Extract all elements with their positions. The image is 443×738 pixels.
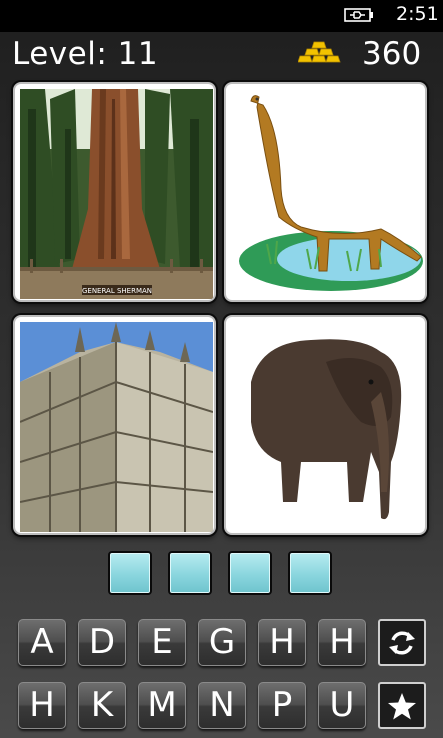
letter-key[interactable]: A — [18, 619, 66, 666]
image-tile-3 — [13, 315, 216, 535]
letter-key[interactable]: U — [318, 682, 366, 729]
level-label: Level: — [12, 36, 108, 72]
shuffle-icon — [389, 631, 415, 655]
sequoia-tree-photo: GENERAL SHERMAN — [20, 89, 213, 299]
gold-bars-icon — [298, 41, 341, 63]
answer-slot-3[interactable] — [228, 551, 272, 595]
image-tile-2 — [224, 82, 427, 302]
gothic-cathedral-photo — [20, 322, 213, 532]
image-tile-4 — [224, 315, 427, 535]
answer-slot-1[interactable] — [108, 551, 152, 595]
level-number: 11 — [117, 36, 159, 72]
letter-key[interactable]: P — [258, 682, 306, 729]
hint-button[interactable] — [378, 682, 426, 729]
letter-key[interactable]: N — [198, 682, 246, 729]
answer-slot-2[interactable] — [168, 551, 212, 595]
answer-slot-4[interactable] — [288, 551, 332, 595]
shuffle-button[interactable] — [378, 619, 426, 666]
clock: 2:51 — [396, 3, 439, 25]
letter-key[interactable]: K — [78, 682, 126, 729]
letter-key[interactable]: G — [198, 619, 246, 666]
letter-key[interactable]: H — [18, 682, 66, 729]
letter-key[interactable]: D — [78, 619, 126, 666]
coin-count: 360 — [362, 36, 422, 72]
image-tile-1: GENERAL SHERMAN — [13, 82, 216, 302]
battery-charging-icon — [344, 8, 373, 22]
letter-key[interactable]: E — [138, 619, 186, 666]
elephant-photo — [231, 322, 424, 532]
letter-key[interactable]: H — [318, 619, 366, 666]
status-bar: 2:51 — [0, 0, 443, 32]
star-icon — [388, 693, 416, 720]
level-indicator: Level: 11 — [12, 36, 158, 72]
brachiosaurus-clipart — [231, 89, 424, 299]
letter-key[interactable]: M — [138, 682, 186, 729]
letter-key[interactable]: H — [258, 619, 306, 666]
sign-caption: GENERAL SHERMAN — [82, 287, 152, 295]
